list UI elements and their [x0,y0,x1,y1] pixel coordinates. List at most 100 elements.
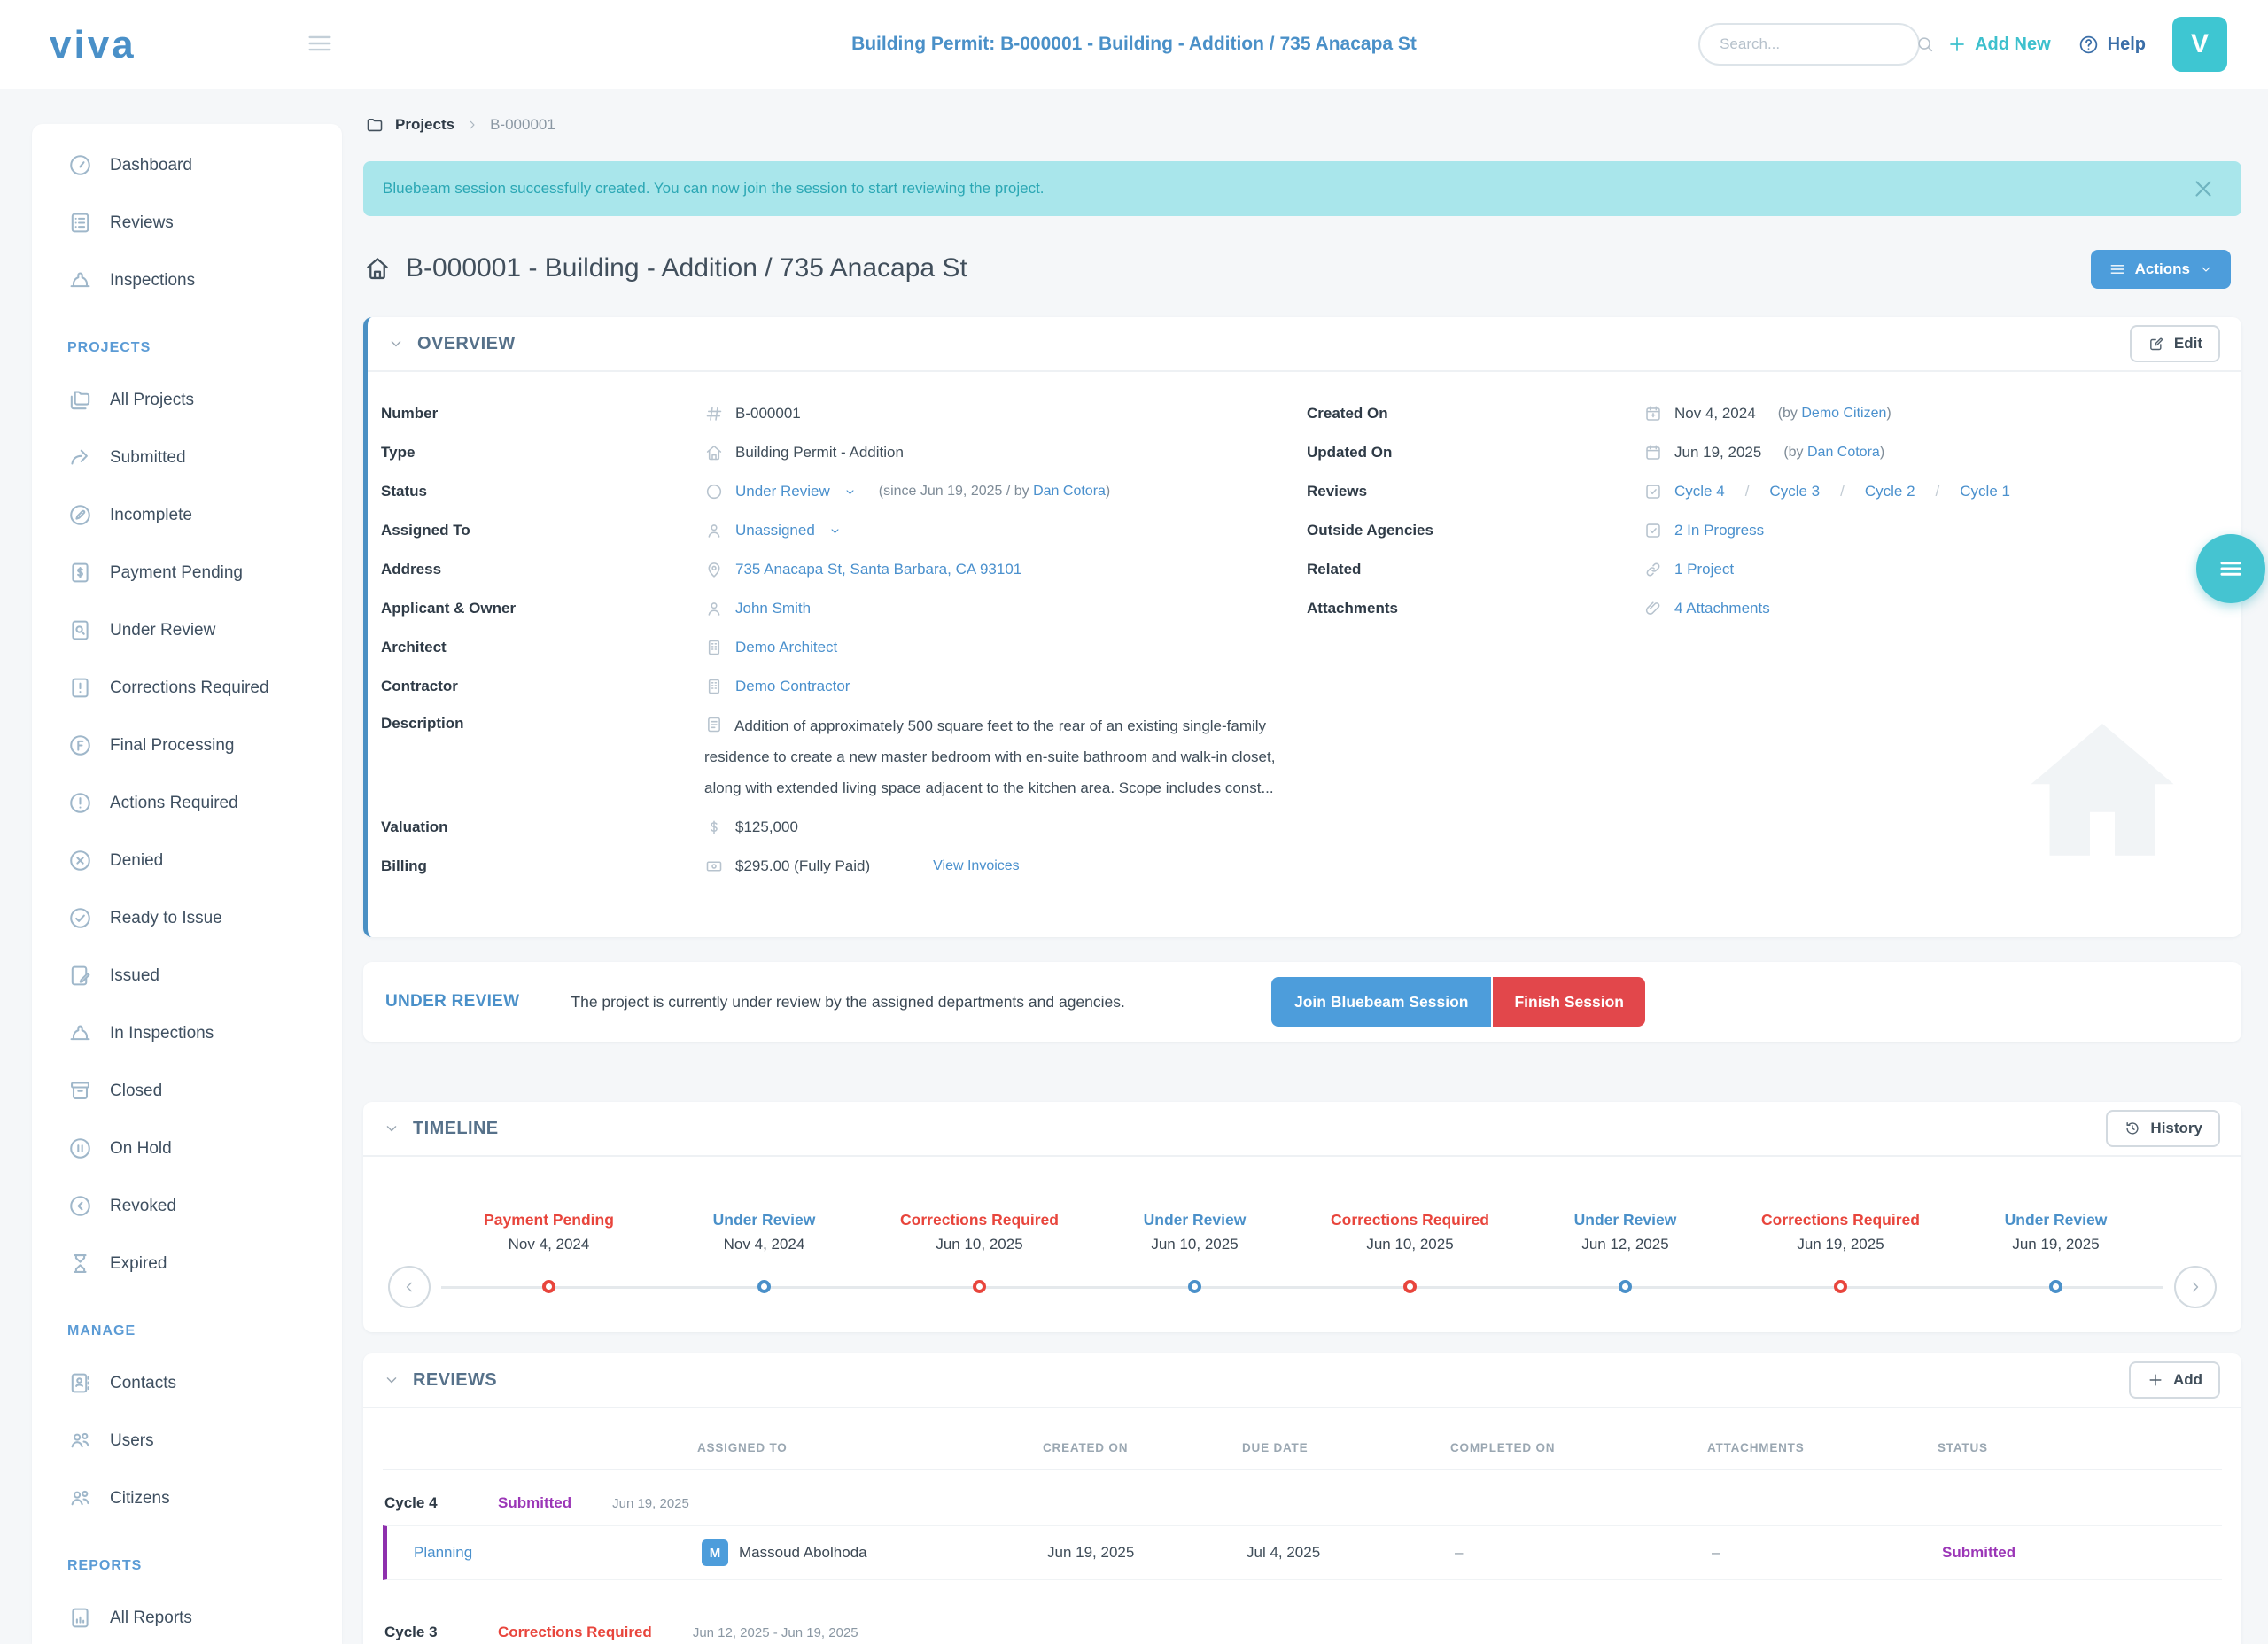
completed-on-cell: – [1455,1544,1712,1562]
help-button[interactable]: Help [2078,34,2146,56]
search-input[interactable] [1720,35,1915,53]
global-search[interactable] [1698,23,1920,66]
assignee-name: Massoud Abolhoda [739,1544,867,1562]
created-by-user-link[interactable]: Demo Citizen [1801,406,1886,421]
quick-menu-fab[interactable] [2196,534,2265,603]
updated-by-user-link[interactable]: Dan Cotora [1807,445,1880,460]
related-link[interactable]: 1 Project [1674,561,1734,578]
add-review-button[interactable]: Add [2129,1361,2220,1399]
add-new-button[interactable]: Add New [1946,34,2051,55]
review-row-planning[interactable]: Planning MMassoud Abolhoda Jun 19, 2025 … [383,1525,2222,1580]
sidebar-item-actions-required[interactable]: Actions Required [32,774,342,832]
home-icon [363,254,392,283]
timeline-dot [542,1280,555,1293]
valuation-value: $125,000 [735,818,798,836]
collapse-chevron-icon[interactable] [383,1371,400,1389]
timeline-event[interactable]: Corrections RequiredJun 10, 2025 [872,1208,1087,1293]
cycle-1-link[interactable]: Cycle 1 [1960,483,2010,500]
field-valuation: Valuation $125,000 [381,812,1307,842]
timeline-event[interactable]: Corrections RequiredJun 19, 2025 [1733,1208,1948,1293]
cycle-2-link[interactable]: Cycle 2 [1865,483,1915,500]
contractor-link[interactable]: Demo Contractor [735,678,850,695]
attachments-link[interactable]: 4 Attachments [1674,600,1770,617]
collapse-chevron-icon[interactable] [383,1120,400,1137]
sidebar-item-citizens[interactable]: Citizens [32,1470,342,1527]
cycle-3-link[interactable]: Cycle 3 [1769,483,1820,500]
sidebar-item-contacts[interactable]: Contacts [32,1354,342,1412]
banner-close-button[interactable] [2190,175,2217,202]
sidebar-item-incomplete[interactable]: Incomplete [32,486,342,544]
actions-button[interactable]: Actions [2091,250,2231,289]
app-root: viva Building Permit: B-000001 - Buildin… [0,0,2268,1644]
timeline-event[interactable]: Payment PendingNov 4, 2024 [441,1208,656,1293]
finish-session-button[interactable]: Finish Session [1493,977,1645,1027]
overview-card: OVERVIEW Edit Number B-000001 Type Build… [363,317,2241,937]
history-button[interactable]: History [2106,1110,2220,1147]
sidebar-item-users[interactable]: Users [32,1412,342,1470]
hardhat-icon [67,1020,93,1046]
address-link[interactable]: 735 Anacapa St, Santa Barbara, CA 93101 [735,561,1021,578]
view-invoices-link[interactable]: View Invoices [933,858,1020,874]
cycle-3-status: Corrections Required [498,1624,652,1641]
calendar-plus-icon [1643,404,1663,423]
applicant-link[interactable]: John Smith [735,600,811,617]
sidebar-item-revoked[interactable]: Revoked [32,1177,342,1235]
sidebar-item-all-reports[interactable]: All Reports [32,1589,342,1644]
sidebar-item-all-projects[interactable]: All Projects [32,371,342,429]
sidebar-item-ready-to-issue[interactable]: Ready to Issue [32,889,342,947]
breadcrumb-projects[interactable]: Projects [395,116,454,134]
planning-review-link[interactable]: Planning [414,1544,472,1561]
sidebar-item-final-processing[interactable]: Final Processing [32,717,342,774]
sidebar-item-label: All Projects [110,391,194,410]
timeline-event[interactable]: Under ReviewJun 10, 2025 [1087,1208,1302,1293]
sidebar-item-inspections[interactable]: Inspections [32,252,342,309]
cycle-4-group-row: Cycle 4 Submitted Jun 19, 2025 [383,1488,2222,1518]
status-by-user-link[interactable]: Dan Cotora [1033,484,1106,499]
edit-icon [2148,335,2165,353]
doc-pen-icon [67,963,93,989]
timeline-event[interactable]: Under ReviewNov 4, 2024 [656,1208,872,1293]
chevron-down-icon[interactable] [843,485,857,499]
field-attachments: Attachments 4 Attachments [1307,593,2220,624]
add-label: Add [2173,1371,2202,1389]
collapse-chevron-icon[interactable] [387,335,405,353]
sidebar-item-dashboard[interactable]: Dashboard [32,136,342,194]
sidebar-item-reviews[interactable]: Reviews [32,194,342,252]
assigned-dropdown[interactable]: Unassigned [735,522,815,539]
join-bluebeam-session-button[interactable]: Join Bluebeam Session [1271,977,1491,1027]
cycle-4-link[interactable]: Cycle 4 [1674,483,1725,500]
timeline-next-button[interactable] [2174,1266,2217,1308]
timeline-event[interactable]: Corrections RequiredJun 10, 2025 [1302,1208,1518,1293]
sidebar-item-in-inspections[interactable]: In Inspections [32,1004,342,1062]
help-label: Help [2108,35,2146,55]
sidebar-item-issued[interactable]: Issued [32,947,342,1004]
timeline-event[interactable]: Under ReviewJun 19, 2025 [1948,1208,2163,1293]
timeline-prev-button[interactable] [388,1266,431,1308]
archive-icon [67,1078,93,1104]
chevron-down-icon[interactable] [828,524,842,538]
sidebar-item-label: Incomplete [110,506,192,525]
status-dropdown[interactable]: Under Review [735,483,830,500]
sidebar-item-label: Citizens [110,1489,170,1508]
created-by: (by Demo Citizen) [1778,406,1891,422]
user-avatar[interactable]: V [2172,17,2227,72]
timeline-event[interactable]: Under ReviewJun 12, 2025 [1518,1208,1733,1293]
edit-button[interactable]: Edit [2130,325,2220,362]
timeline-title: TIMELINE [413,1119,499,1139]
sidebar-item-on-hold[interactable]: On Hold [32,1120,342,1177]
col-created-on: CREATED ON [1043,1441,1242,1454]
sidebar-item-payment-pending[interactable]: Payment Pending [32,544,342,601]
sidebar-item-label: Users [110,1431,154,1451]
sidebar-item-corrections-required[interactable]: Corrections Required [32,659,342,717]
pause-circle-icon [67,1136,93,1161]
sidebar-item-closed[interactable]: Closed [32,1062,342,1120]
sidebar-item-submitted[interactable]: Submitted [32,429,342,486]
agencies-link[interactable]: 2 In Progress [1674,522,1764,539]
timeline-dot [1403,1280,1417,1293]
sidebar-item-under-review[interactable]: Under Review [32,601,342,659]
architect-link[interactable]: Demo Architect [735,639,837,656]
sidebar-item-expired[interactable]: Expired [32,1235,342,1292]
col-completed-on: COMPLETED ON [1450,1441,1707,1454]
sidebar-item-denied[interactable]: Denied [32,832,342,889]
breadcrumb-current: B-000001 [490,116,555,134]
